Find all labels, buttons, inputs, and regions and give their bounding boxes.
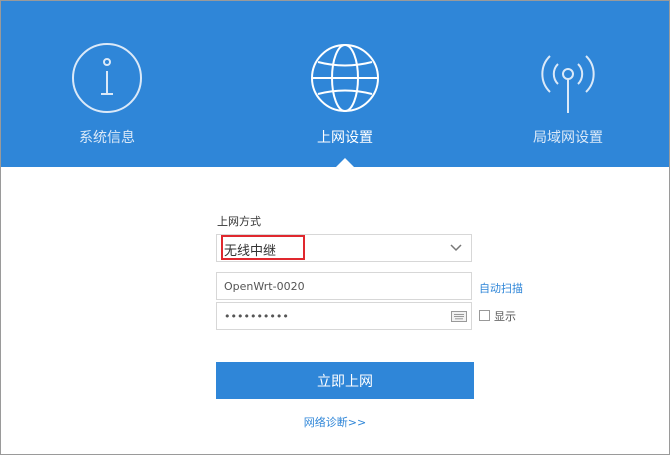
nav-label-system-info: 系统信息 (79, 130, 135, 146)
password-input[interactable] (224, 308, 444, 324)
info-icon (72, 43, 142, 113)
ssid-input[interactable] (224, 278, 444, 294)
nav-label-internet-settings: 上网设置 (317, 130, 373, 146)
chevron-down-icon (450, 244, 462, 252)
password-field[interactable] (216, 302, 472, 330)
show-password-toggle[interactable]: 显示 (479, 308, 516, 324)
nav-item-lan-settings[interactable]: 局域网设置 (478, 1, 658, 167)
nav-label-lan-settings: 局域网设置 (533, 130, 603, 146)
network-diagnostics-link[interactable]: 网络诊断>> (1, 414, 669, 430)
network-diagnostics-label[interactable]: 网络诊断>> (304, 416, 366, 429)
wireless-signal-icon (541, 55, 595, 113)
router-setup-window: 系统信息 上网设置 局域网设置 上网方式 无线中继 OpenWrt-0020 自… (0, 0, 670, 455)
connect-now-button[interactable]: 立即上网 (216, 362, 474, 399)
connection-mode-select[interactable]: 无线中继 (216, 234, 472, 262)
keyboard-icon[interactable] (451, 311, 467, 322)
active-tab-pointer (336, 158, 354, 167)
show-password-checkbox[interactable] (479, 310, 490, 321)
ssid-field[interactable] (216, 272, 472, 300)
nav-item-internet-settings[interactable]: 上网设置 (255, 1, 435, 167)
show-password-label: 显示 (494, 310, 516, 323)
auto-scan-link[interactable]: 自动扫描 (479, 280, 523, 296)
globe-icon (311, 44, 379, 112)
top-nav-bar: 系统信息 上网设置 局域网设置 (1, 1, 669, 167)
nav-item-system-info[interactable]: 系统信息 (17, 1, 197, 167)
connection-mode-value: 无线中继 (224, 244, 277, 259)
connection-mode-label: 上网方式 (217, 215, 261, 228)
